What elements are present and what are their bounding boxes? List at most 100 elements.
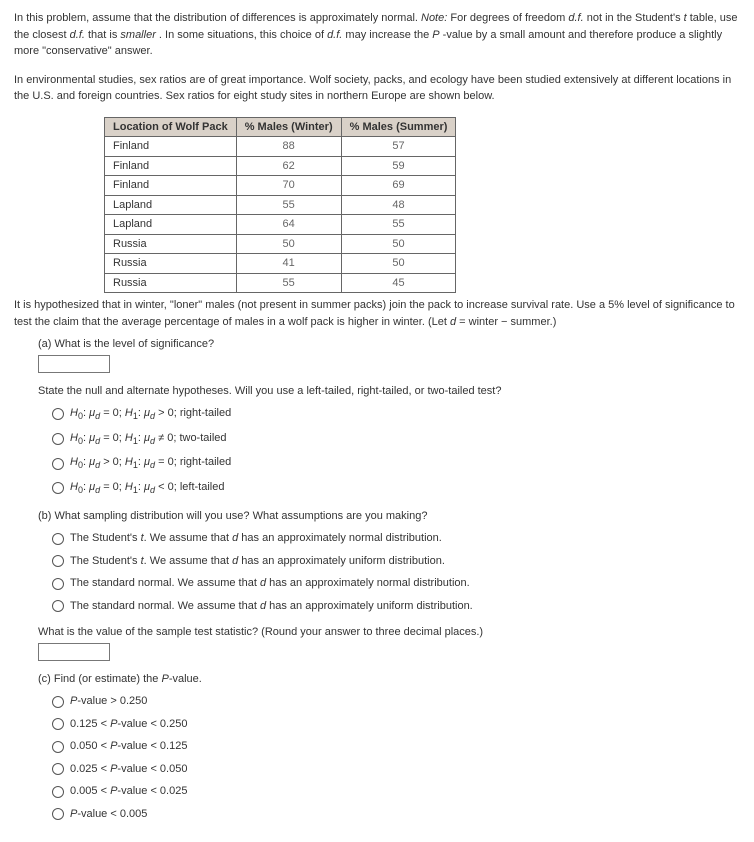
col-winter: % Males (Winter) [236,117,341,137]
table-header-row: Location of Wolf Pack % Males (Winter) %… [105,117,456,137]
radio-option[interactable]: The standard normal. We assume that d ha… [52,598,740,615]
radio-label: The Student's t. We assume that d has an… [70,553,445,570]
cell-winter: 88 [236,137,341,157]
intro-text: that is [88,29,120,41]
cell-summer: 50 [341,234,456,254]
col-location: Location of Wolf Pack [105,117,237,137]
radio-label: H0: μd = 0; H1: μd ≠ 0; two-tailed [70,430,227,449]
cell-location: Russia [105,254,237,274]
radio-option[interactable]: The standard normal. We assume that d ha… [52,575,740,592]
radio-icon[interactable] [52,578,64,590]
radio-icon[interactable] [52,718,64,730]
table-body: Finland8857Finland6259Finland7069Lapland… [105,137,456,293]
cell-winter: 41 [236,254,341,274]
qa-radio-group: H0: μd = 0; H1: μd > 0; right-tailed H0: … [52,405,740,498]
cell-location: Russia [105,273,237,293]
qa-label: (a) What is the level of significance? [38,336,740,353]
question-a: (a) What is the level of significance? S… [38,336,740,498]
hyp-text: It is hypothesized that in winter, "lone… [14,299,735,328]
radio-label: 0.125 < P-value < 0.250 [70,716,187,733]
radio-icon[interactable] [52,786,64,798]
col-summer: % Males (Summer) [341,117,456,137]
radio-icon[interactable] [52,696,64,708]
radio-option[interactable]: The Student's t. We assume that d has an… [52,553,740,570]
d-var: d [450,316,456,328]
qc-radio-group: P-value > 0.250 0.125 < P-value < 0.250 0.… [52,693,740,822]
radio-icon[interactable] [52,808,64,820]
table-row: Russia5545 [105,273,456,293]
radio-icon[interactable] [52,741,64,753]
intro-text: For degrees of freedom [450,12,568,24]
test-statistic-input[interactable] [38,643,110,661]
t-var: t [684,12,687,24]
table-row: Finland7069 [105,176,456,196]
table-row: Lapland5548 [105,195,456,215]
radio-label: P-value < 0.005 [70,806,147,823]
radio-option[interactable]: 0.025 < P-value < 0.050 [52,761,740,778]
data-table: Location of Wolf Pack % Males (Winter) %… [104,117,456,294]
radio-icon[interactable] [52,458,64,470]
significance-input[interactable] [38,355,110,373]
qc-label: (c) Find (or estimate) the P-value. [38,671,740,688]
cell-winter: 62 [236,156,341,176]
hypothesis-text: It is hypothesized that in winter, "lone… [14,297,740,330]
question-c: (c) Find (or estimate) the P-value. P-va… [38,671,740,823]
table-row: Russia4150 [105,254,456,274]
radio-option[interactable]: H0: μd = 0; H1: μd < 0; left-tailed [52,479,740,498]
radio-icon[interactable] [52,433,64,445]
cell-summer: 69 [341,176,456,196]
radio-option[interactable]: 0.125 < P-value < 0.250 [52,716,740,733]
qb-stat-prompt: What is the value of the sample test sta… [38,624,740,641]
df-var: d.f. [70,29,85,41]
cell-winter: 55 [236,195,341,215]
radio-label: H0: μd = 0; H1: μd > 0; right-tailed [70,405,231,424]
radio-icon[interactable] [52,555,64,567]
cell-winter: 55 [236,273,341,293]
cell-summer: 50 [341,254,456,274]
qa-hyp-prompt: State the null and alternate hypotheses.… [38,383,740,400]
hyp-text: = winter − summer.) [459,316,556,328]
cell-summer: 59 [341,156,456,176]
radio-label: H0: μd > 0; H1: μd = 0; right-tailed [70,454,231,473]
cell-location: Finland [105,137,237,157]
radio-label: H0: μd = 0; H1: μd < 0; left-tailed [70,479,224,498]
radio-option[interactable]: H0: μd > 0; H1: μd = 0; right-tailed [52,454,740,473]
radio-label: P-value > 0.250 [70,693,147,710]
radio-option[interactable]: P-value < 0.005 [52,806,740,823]
intro-text: may increase the [345,29,432,41]
radio-option[interactable]: 0.050 < P-value < 0.125 [52,738,740,755]
cell-location: Finland [105,176,237,196]
df-var: d.f. [568,12,583,24]
radio-icon[interactable] [52,408,64,420]
cell-winter: 70 [236,176,341,196]
radio-icon[interactable] [52,482,64,494]
note-label: Note: [421,12,447,24]
cell-summer: 48 [341,195,456,215]
cell-location: Lapland [105,215,237,235]
df-var: d.f. [327,29,342,41]
radio-label: 0.005 < P-value < 0.025 [70,783,187,800]
intro-text: not in the Student's [587,12,684,24]
radio-icon[interactable] [52,763,64,775]
radio-option[interactable]: H0: μd = 0; H1: μd ≠ 0; two-tailed [52,430,740,449]
radio-label: The standard normal. We assume that d ha… [70,575,470,592]
radio-option[interactable]: P-value > 0.250 [52,693,740,710]
table-row: Russia5050 [105,234,456,254]
cell-location: Russia [105,234,237,254]
qb-radio-group: The Student's t. We assume that d has an… [52,530,740,614]
radio-icon[interactable] [52,600,64,612]
radio-option[interactable]: 0.005 < P-value < 0.025 [52,783,740,800]
smaller-word: smaller [120,29,155,41]
radio-option[interactable]: H0: μd = 0; H1: μd > 0; right-tailed [52,405,740,424]
cell-summer: 45 [341,273,456,293]
radio-label: The standard normal. We assume that d ha… [70,598,473,615]
radio-icon[interactable] [52,533,64,545]
cell-location: Lapland [105,195,237,215]
cell-location: Finland [105,156,237,176]
radio-label: The Student's t. We assume that d has an… [70,530,442,547]
radio-option[interactable]: The Student's t. We assume that d has an… [52,530,740,547]
question-b: (b) What sampling distribution will you … [38,508,740,661]
cell-winter: 50 [236,234,341,254]
table-row: Lapland6455 [105,215,456,235]
cell-winter: 64 [236,215,341,235]
